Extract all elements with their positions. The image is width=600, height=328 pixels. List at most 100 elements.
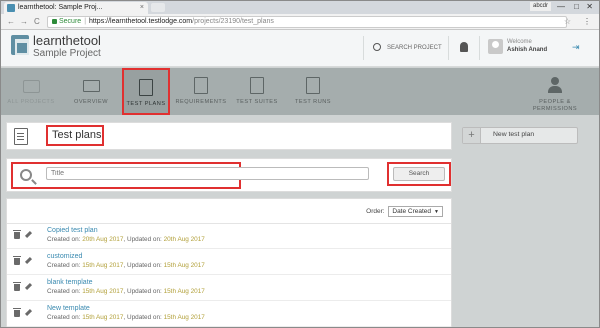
app-header: learnthetool Sample Project SEARCH PROJE… bbox=[1, 30, 599, 67]
maximize-button[interactable]: □ bbox=[574, 1, 579, 13]
page-title: Test plans bbox=[52, 129, 102, 141]
url-path: /projects/23190/test_plans bbox=[192, 18, 274, 25]
plan-dates: Created on: 15th Aug 2017, Updated on: 1… bbox=[47, 288, 205, 295]
order-value: Date Created bbox=[392, 208, 432, 215]
trash-icon[interactable] bbox=[13, 256, 21, 265]
plan-dates: Created on: 15th Aug 2017, Updated on: 1… bbox=[47, 262, 205, 269]
logout-icon[interactable]: ⇥ bbox=[572, 42, 580, 52]
page-title-highlight: Test plans bbox=[46, 125, 104, 146]
nav-label: PERMISSIONS bbox=[532, 106, 578, 112]
test-plan-icon bbox=[139, 79, 153, 96]
search-icon bbox=[373, 43, 381, 52]
project-name: Sample Project bbox=[33, 48, 101, 59]
order-control: Order: Date Created ▼ bbox=[366, 206, 443, 217]
chevron-down-icon: ▼ bbox=[434, 209, 439, 215]
created-date: 15th Aug 2017 bbox=[82, 314, 124, 321]
nav-overview[interactable]: OVERVIEW bbox=[63, 68, 119, 115]
checkmark-document-icon bbox=[306, 77, 320, 94]
updated-date: 15th Aug 2017 bbox=[163, 314, 205, 321]
app-name[interactable]: learnthetool bbox=[33, 33, 101, 48]
close-window-button[interactable]: ✕ bbox=[586, 1, 593, 13]
browser-tab[interactable]: learnthetool: Sample Proj... × bbox=[4, 2, 148, 14]
checklist-icon bbox=[250, 77, 264, 94]
nav-label: PEOPLE & bbox=[539, 99, 571, 105]
list-item: customized Created on: 15th Aug 2017, Up… bbox=[7, 250, 451, 275]
nav-label: TEST RUNS bbox=[294, 99, 332, 105]
document-icon bbox=[194, 77, 208, 94]
nav-label: TEST SUITES bbox=[236, 99, 278, 105]
test-plan-list: Order: Date Created ▼ Copied test plan Cr… bbox=[6, 198, 452, 327]
username[interactable]: Ashish Anand bbox=[507, 47, 547, 53]
created-label: Created on: bbox=[47, 262, 81, 269]
nav-test-suites[interactable]: TEST SUITES bbox=[231, 68, 283, 115]
search-input[interactable] bbox=[46, 167, 369, 180]
search-project-label: SEARCH PROJECT bbox=[387, 45, 442, 51]
trash-icon[interactable] bbox=[13, 308, 21, 317]
pencil-icon[interactable] bbox=[24, 308, 33, 317]
url-separator: | bbox=[84, 18, 87, 25]
nav-people-permissions[interactable]: PEOPLE & PERMISSIONS bbox=[525, 68, 585, 115]
search-project-button[interactable]: SEARCH PROJECT bbox=[373, 42, 442, 54]
nav-label: OVERVIEW bbox=[73, 99, 109, 105]
lock-icon bbox=[52, 18, 57, 24]
main-nav: ALL PROJECTS OVERVIEW TEST PLANS REQUIRE… bbox=[1, 68, 599, 115]
forward-arrow-icon[interactable]: → bbox=[20, 16, 28, 28]
pencil-icon[interactable] bbox=[24, 230, 33, 239]
updated-date: 15th Aug 2017 bbox=[163, 262, 205, 269]
pencil-icon[interactable] bbox=[24, 256, 33, 265]
updated-label: , Updated on: bbox=[123, 288, 162, 295]
updated-date: 15th Aug 2017 bbox=[163, 288, 205, 295]
created-label: Created on: bbox=[47, 236, 81, 243]
testlodge-logo-icon[interactable] bbox=[11, 35, 29, 55]
bookmark-star-icon[interactable]: ☆ bbox=[564, 16, 571, 28]
nav-test-runs[interactable]: TEST RUNS bbox=[288, 68, 338, 115]
test-plans-page-icon bbox=[14, 128, 28, 145]
avatar[interactable] bbox=[488, 39, 503, 54]
plan-name-link[interactable]: customized bbox=[47, 253, 82, 260]
plan-dates: Created on: 20th Aug 2017, Updated on: 2… bbox=[47, 236, 205, 243]
created-date: 20th Aug 2017 bbox=[82, 236, 124, 243]
minimize-button[interactable]: — bbox=[557, 1, 565, 13]
new-test-plan-label: New test plan bbox=[493, 131, 535, 138]
search-button[interactable]: Search bbox=[393, 167, 445, 181]
address-bar[interactable]: Secure | https://learnthetool.testlodge.co… bbox=[47, 16, 567, 28]
nav-label: TEST PLANS bbox=[126, 101, 166, 107]
list-item: New template Created on: 15th Aug 2017, … bbox=[7, 302, 451, 327]
header-divider bbox=[448, 36, 449, 60]
monitor-icon bbox=[83, 80, 100, 92]
search-panel: Search bbox=[6, 158, 452, 192]
site-favicon-icon bbox=[7, 4, 15, 12]
pencil-icon[interactable] bbox=[24, 282, 33, 291]
plan-dates: Created on: 15th Aug 2017, Updated on: 1… bbox=[47, 314, 205, 321]
created-label: Created on: bbox=[47, 288, 81, 295]
plan-name-link[interactable]: Copied test plan bbox=[47, 227, 98, 234]
header-divider bbox=[363, 36, 364, 60]
plan-name-link[interactable]: blank template bbox=[47, 279, 93, 286]
tab-close-icon[interactable]: × bbox=[140, 2, 144, 14]
plan-name-link[interactable]: New template bbox=[47, 305, 90, 312]
window-profile-badge[interactable]: abcdr bbox=[529, 2, 551, 11]
nav-all-projects[interactable]: ALL PROJECTS bbox=[1, 68, 61, 115]
search-button-highlight: Search bbox=[387, 162, 451, 186]
trash-icon[interactable] bbox=[13, 282, 21, 291]
folder-icon bbox=[23, 80, 40, 93]
order-select[interactable]: Date Created ▼ bbox=[388, 206, 443, 217]
created-label: Created on: bbox=[47, 314, 81, 321]
welcome-text: Welcome bbox=[507, 39, 532, 45]
new-test-plan-button[interactable]: + New test plan bbox=[462, 127, 578, 144]
nav-requirements[interactable]: REQUIREMENTS bbox=[173, 68, 229, 115]
nav-label: ALL PROJECTS bbox=[7, 99, 55, 105]
updated-label: , Updated on: bbox=[123, 262, 162, 269]
new-tab-button[interactable] bbox=[151, 3, 165, 12]
browser-menu-icon[interactable]: ⋮ bbox=[583, 16, 591, 28]
reload-icon[interactable]: C bbox=[34, 16, 40, 28]
nav-test-plans[interactable]: TEST PLANS bbox=[122, 68, 170, 115]
trash-icon[interactable] bbox=[13, 230, 21, 239]
created-date: 15th Aug 2017 bbox=[82, 262, 124, 269]
tab-title: learnthetool: Sample Proj... bbox=[18, 4, 103, 11]
header-divider bbox=[479, 36, 480, 60]
list-item: Copied test plan Created on: 20th Aug 20… bbox=[7, 224, 451, 249]
back-arrow-icon[interactable]: ← bbox=[7, 16, 15, 28]
browser-tab-bar: learnthetool: Sample Proj... × abcdr — □… bbox=[1, 1, 599, 14]
notifications-bell-icon[interactable] bbox=[460, 42, 468, 52]
